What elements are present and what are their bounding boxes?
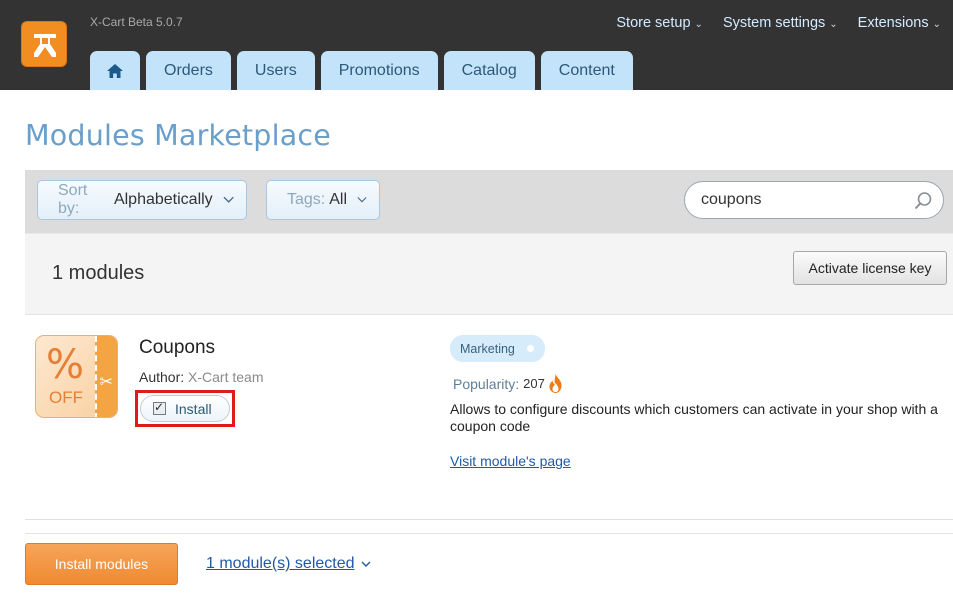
tab-promotions[interactable]: Promotions xyxy=(320,51,438,90)
chevron-down-icon: ⌄ xyxy=(829,19,838,30)
module-description: Allows to configure discounts which cust… xyxy=(450,401,938,434)
install-label: Install xyxy=(175,400,212,417)
tag-badge[interactable]: Marketing xyxy=(450,335,545,362)
app-version: X-Cart Beta 5.0.7 xyxy=(90,15,183,29)
chevron-down-icon: ⌄ xyxy=(932,19,941,30)
tab-home[interactable] xyxy=(90,51,140,90)
chevron-down-icon xyxy=(223,196,234,203)
tag-label: Marketing xyxy=(460,341,515,356)
home-icon xyxy=(107,63,123,78)
coupons-module-icon: % OFF ✂ xyxy=(35,335,118,418)
tags-value: All xyxy=(329,191,348,208)
tags-dropdown[interactable]: Tags: All xyxy=(266,180,380,220)
top-menu: Store setup ⌄ System settings ⌄ Extensio… xyxy=(616,15,941,31)
search-box[interactable] xyxy=(684,181,944,219)
off-glyph: OFF xyxy=(49,388,83,407)
install-modules-button[interactable]: Install modules xyxy=(25,543,178,585)
popularity-value: 207 xyxy=(523,376,545,391)
menu-store-setup-label: Store setup xyxy=(616,15,691,31)
module-popularity: Popularity: 207 xyxy=(453,374,562,393)
xcart-logo[interactable] xyxy=(21,21,67,67)
search-input[interactable] xyxy=(701,191,891,209)
tag-dot xyxy=(527,345,534,352)
install-checkbox[interactable] xyxy=(153,400,166,415)
tab-users[interactable]: Users xyxy=(236,51,315,90)
sort-value: Alphabetically xyxy=(113,191,213,208)
flame-icon xyxy=(549,374,562,393)
tab-orders[interactable]: Orders xyxy=(146,51,231,90)
popularity-label: Popularity: xyxy=(453,375,520,392)
divider xyxy=(25,519,953,520)
menu-extensions[interactable]: Extensions ⌄ xyxy=(858,15,941,31)
menu-extensions-label: Extensions xyxy=(857,15,929,31)
menu-system-settings[interactable]: System settings ⌄ xyxy=(723,15,838,31)
sort-label: Sort by: xyxy=(58,182,88,217)
selected-modules-label: 1 module(s) selected xyxy=(206,555,355,572)
tags-label: Tags: xyxy=(287,191,326,208)
chevron-down-icon xyxy=(361,561,371,567)
percent-glyph: % xyxy=(46,342,85,388)
page-title: Modules Marketplace xyxy=(25,119,331,152)
main-tabs: Orders Users Promotions Catalog Content xyxy=(90,51,633,90)
chevron-down-icon: ⌄ xyxy=(694,19,703,30)
module-author: Author: X-Cart team xyxy=(139,369,264,385)
module-name: Coupons xyxy=(139,337,216,358)
author-value: X-Cart team xyxy=(188,369,264,385)
chevron-down-icon xyxy=(357,197,367,203)
filter-bar: Sort by: Alphabetically Tags: All xyxy=(25,170,953,233)
scissors-icon: ✂ xyxy=(99,374,113,391)
install-toggle[interactable]: Install xyxy=(140,395,230,422)
tab-catalog[interactable]: Catalog xyxy=(443,51,535,90)
module-count: 1 modules xyxy=(52,262,145,284)
visit-module-link[interactable]: Visit module's page xyxy=(450,453,571,469)
activate-license-button[interactable]: Activate license key xyxy=(793,251,947,285)
menu-system-settings-label: System settings xyxy=(722,15,826,31)
sort-dropdown[interactable]: Sort by: Alphabetically xyxy=(37,180,247,220)
header-bar: X-Cart Beta 5.0.7 Store setup ⌄ System s… xyxy=(0,0,953,90)
tab-content[interactable]: Content xyxy=(540,51,633,90)
author-label: Author: xyxy=(139,369,185,385)
xcart-logo-icon xyxy=(34,34,56,57)
divider xyxy=(25,533,953,534)
menu-store-setup[interactable]: Store setup ⌄ xyxy=(616,15,703,31)
search-icon[interactable] xyxy=(913,191,933,211)
selected-modules-dropdown[interactable]: 1 module(s) selected xyxy=(206,555,371,573)
results-bar: 1 modules Activate license key xyxy=(25,233,953,315)
